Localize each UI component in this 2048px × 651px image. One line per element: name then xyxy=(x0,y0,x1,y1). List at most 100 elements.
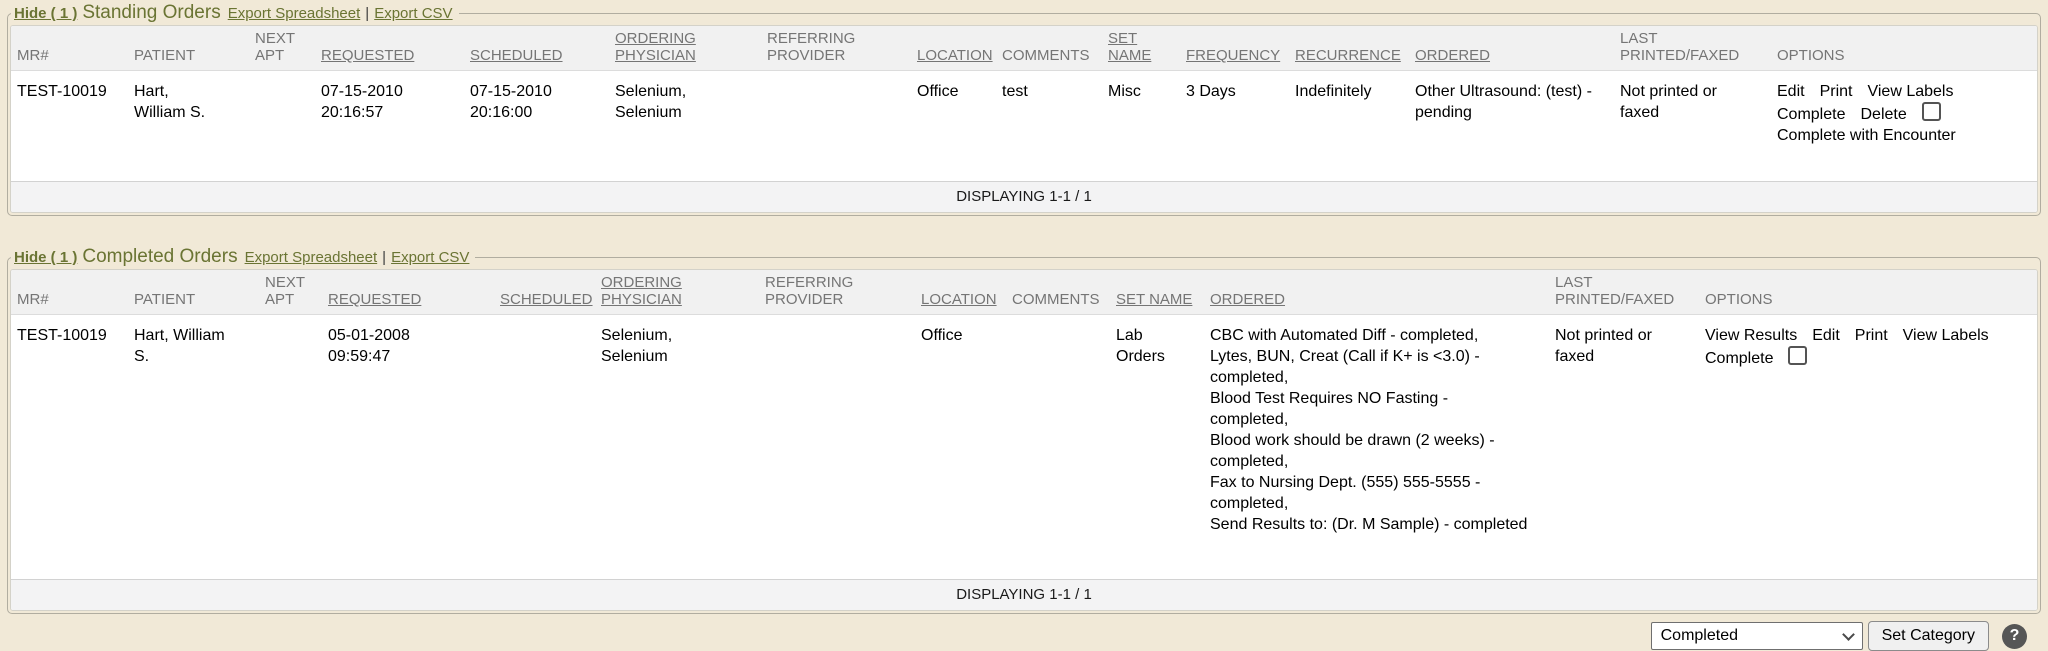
export-spreadsheet-link[interactable]: Export Spreadsheet xyxy=(228,5,361,22)
standing-orders-title: Standing Orders xyxy=(82,2,220,23)
help-icon[interactable]: ? xyxy=(2002,624,2027,649)
col-requested[interactable]: REQUESTED xyxy=(315,26,464,71)
col-set-name[interactable]: SET NAME xyxy=(1110,270,1204,315)
set-name-cell: Misc xyxy=(1102,71,1180,182)
col-last-printed-faxed: LASTPRINTED/FAXED xyxy=(1614,26,1771,71)
complete-link[interactable]: Complete xyxy=(1705,350,1773,367)
hide-standing-orders-link[interactable]: Hide ( 1 ) xyxy=(14,5,77,22)
standing-orders-section: Hide ( 1 ) Standing Orders Export Spreadsh… xyxy=(7,2,2041,216)
standing-header-row: MR# PATIENT NEXTAPT REQUESTED SCHEDULED … xyxy=(11,26,2037,71)
set-name-cell: Lab Orders xyxy=(1110,315,1204,580)
frequency-cell: 3 Days xyxy=(1180,71,1289,182)
requested-cell: 05-01-2008 09:59:47 xyxy=(322,315,494,580)
view-labels-link[interactable]: View Labels xyxy=(1903,327,1989,344)
edit-link[interactable]: Edit xyxy=(1812,327,1840,344)
ordered-item: Blood Test Requires NO Fasting - complet… xyxy=(1210,388,1530,430)
col-location[interactable]: LOCATION xyxy=(911,26,996,71)
completed-orders-section: Hide ( 1 ) Completed Orders Export Spreads… xyxy=(7,246,2041,614)
displaying-count: DISPLAYING 1-1 / 1 xyxy=(11,579,2037,610)
col-comments: COMMENTS xyxy=(996,26,1102,71)
col-scheduled[interactable]: SCHEDULED xyxy=(464,26,609,71)
col-set-name[interactable]: SETNAME xyxy=(1102,26,1180,71)
col-referring-provider: REFERRINGPROVIDER xyxy=(759,270,915,315)
col-mr: MR# xyxy=(11,270,128,315)
col-recurrence[interactable]: RECURRENCE xyxy=(1289,26,1409,71)
bottom-bar: Completed Set Category ? xyxy=(7,621,2041,651)
col-patient: PATIENT xyxy=(128,26,249,71)
col-mr: MR# xyxy=(11,26,128,71)
export-csv-link[interactable]: Export CSV xyxy=(374,5,452,22)
col-requested[interactable]: REQUESTED xyxy=(322,270,494,315)
location-cell: Office xyxy=(911,71,996,182)
displaying-count: DISPLAYING 1-1 / 1 xyxy=(11,181,2037,212)
col-ordering-physician[interactable]: ORDERINGPHYSICIAN xyxy=(595,270,759,315)
view-labels-link[interactable]: View Labels xyxy=(1867,83,1953,100)
completed-header-row: MR# PATIENT NEXTAPT REQUESTED SCHEDULED … xyxy=(11,270,2037,315)
ordering-physician-cell: Selenium, Selenium xyxy=(595,315,759,580)
ordered-cell: Other Ultrasound: (test) - pending xyxy=(1409,71,1614,182)
patient-cell: Hart, William S. xyxy=(128,315,259,580)
referring-provider-cell xyxy=(759,315,915,580)
link-separator: | xyxy=(365,5,369,22)
col-ordering-physician[interactable]: ORDERINGPHYSICIAN xyxy=(609,26,761,71)
ordered-item: Send Results to: (Dr. M Sample) - comple… xyxy=(1210,514,1530,535)
col-patient: PATIENT xyxy=(128,270,259,315)
category-select-value: Completed xyxy=(1661,627,1738,645)
col-location[interactable]: LOCATION xyxy=(915,270,1006,315)
completed-orders-table-box: MR# PATIENT NEXTAPT REQUESTED SCHEDULED … xyxy=(10,269,2038,611)
col-comments: COMMENTS xyxy=(1006,270,1110,315)
col-options: OPTIONS xyxy=(1771,26,2037,71)
options-cell: View Results Edit Print View Labels Complet… xyxy=(1699,315,2037,580)
col-next-apt: NEXTAPT xyxy=(249,26,315,71)
col-ordered[interactable]: ORDERED xyxy=(1204,270,1549,315)
standing-orders-table-box: MR# PATIENT NEXTAPT REQUESTED SCHEDULED … xyxy=(10,25,2038,213)
complete-link[interactable]: Complete xyxy=(1777,106,1845,123)
export-csv-link[interactable]: Export CSV xyxy=(391,249,469,266)
edit-link[interactable]: Edit xyxy=(1777,83,1805,100)
view-results-link[interactable]: View Results xyxy=(1705,327,1797,344)
next-apt-cell xyxy=(259,315,322,580)
next-apt-cell xyxy=(249,71,315,182)
link-separator: | xyxy=(382,249,386,266)
ordered-item: Other Ultrasound: (test) - pending xyxy=(1415,81,1600,123)
options-cell: Edit Print View Labels Complete Delete Comp… xyxy=(1771,71,2037,182)
col-scheduled[interactable]: SCHEDULED xyxy=(494,270,595,315)
ordered-item: Blood work should be drawn (2 weeks) - c… xyxy=(1210,430,1530,472)
col-last-printed-faxed: LASTPRINTED/FAXED xyxy=(1549,270,1699,315)
completed-orders-table: MR# PATIENT NEXTAPT REQUESTED SCHEDULED … xyxy=(11,270,2037,579)
export-spreadsheet-link[interactable]: Export Spreadsheet xyxy=(245,249,378,266)
ordered-item: CBC with Automated Diff - completed, xyxy=(1210,325,1530,346)
col-ordered[interactable]: ORDERED xyxy=(1409,26,1614,71)
set-category-button[interactable]: Set Category xyxy=(1868,621,1989,651)
scheduled-cell: 07-15-2010 20:16:00 xyxy=(464,71,609,182)
ordered-item: Fax to Nursing Dept. (555) 555-5555 - co… xyxy=(1210,472,1530,514)
completed-orders-title: Completed Orders xyxy=(82,246,237,267)
table-row: TEST-10019 Hart, William S. 07-15-2010 2… xyxy=(11,71,2037,182)
recurrence-cell: Indefinitely xyxy=(1289,71,1409,182)
scheduled-cell xyxy=(494,315,595,580)
delete-link[interactable]: Delete xyxy=(1860,106,1906,123)
standing-orders-table: MR# PATIENT NEXTAPT REQUESTED SCHEDULED … xyxy=(11,26,2037,181)
mr-cell: TEST-10019 xyxy=(11,71,128,182)
chevron-down-icon xyxy=(1842,628,1855,641)
print-link[interactable]: Print xyxy=(1820,83,1853,100)
hide-completed-orders-link[interactable]: Hide ( 1 ) xyxy=(14,249,77,266)
requested-cell: 07-15-2010 20:16:57 xyxy=(315,71,464,182)
complete-checkbox[interactable] xyxy=(1922,102,1941,121)
col-next-apt: NEXTAPT xyxy=(259,270,322,315)
ordered-cell: CBC with Automated Diff - completed, Lyt… xyxy=(1204,315,1549,580)
last-printed-faxed-cell: Not printed or faxed xyxy=(1549,315,1699,580)
category-select[interactable]: Completed xyxy=(1651,622,1863,650)
ordering-physician-cell: Selenium, Selenium xyxy=(609,71,761,182)
print-link[interactable]: Print xyxy=(1855,327,1888,344)
comments-cell: test xyxy=(996,71,1102,182)
referring-provider-cell xyxy=(761,71,911,182)
complete-with-encounter-link[interactable]: Complete with Encounter xyxy=(1777,127,1956,144)
col-frequency[interactable]: FREQUENCY xyxy=(1180,26,1289,71)
standing-orders-legend: Hide ( 1 ) Standing Orders Export Spreadsh… xyxy=(11,2,459,24)
col-options: OPTIONS xyxy=(1699,270,2037,315)
complete-checkbox[interactable] xyxy=(1788,346,1807,365)
completed-orders-legend: Hide ( 1 ) Completed Orders Export Spreads… xyxy=(11,246,475,268)
location-cell: Office xyxy=(915,315,1006,580)
patient-cell: Hart, William S. xyxy=(128,71,249,182)
